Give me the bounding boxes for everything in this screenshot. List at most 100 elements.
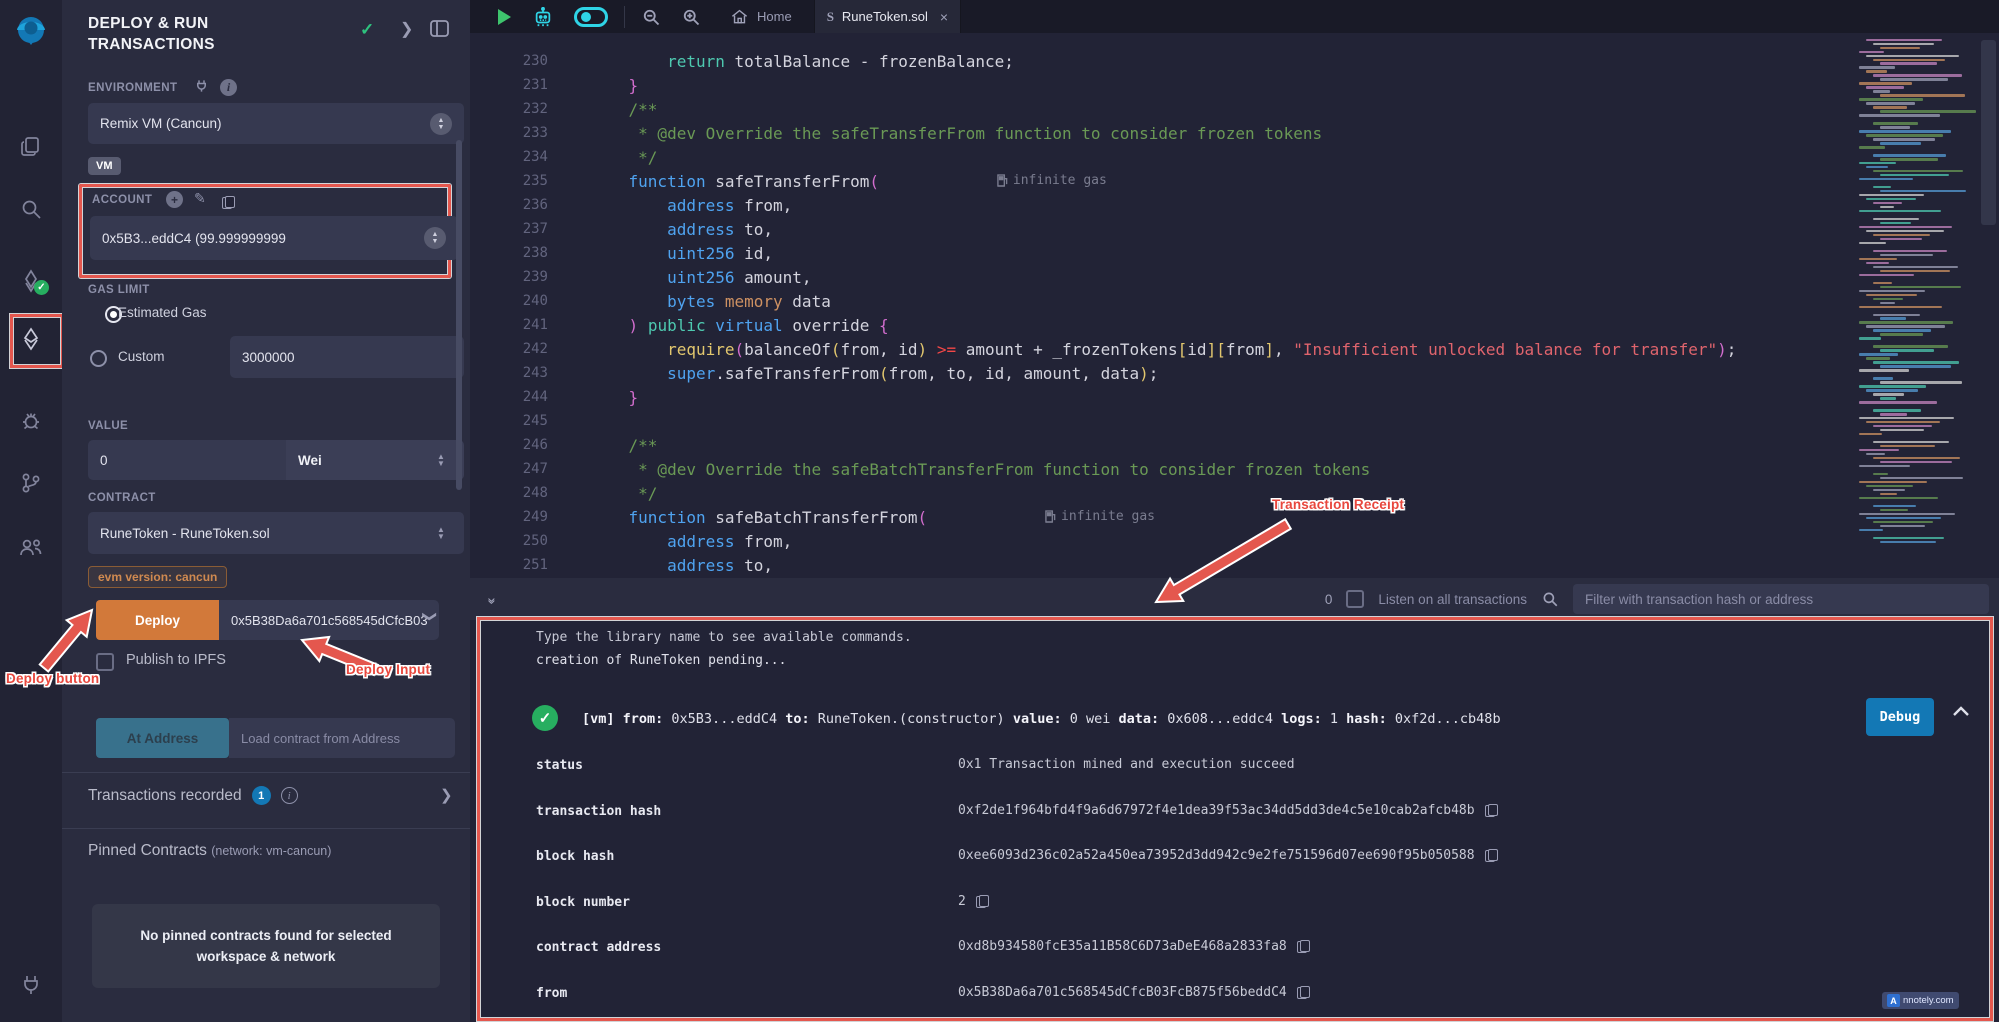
transactions-recorded-row[interactable]: Transactions recorded 1 i — [88, 786, 298, 805]
minimap-line — [1873, 138, 1935, 140]
close-tab-icon[interactable]: × — [940, 9, 948, 25]
line-number: 251 — [488, 557, 548, 573]
transaction-summary[interactable]: [vm] from: 0x5B3...eddC4 to: RuneToken.(… — [582, 711, 1942, 727]
line-number: 231 — [488, 77, 548, 93]
custom-gas-input[interactable]: 3000000 — [230, 336, 464, 378]
transactions-expand-icon[interactable]: ❯ — [440, 786, 453, 804]
pinned-contracts-label: Pinned Contracts (network: vm-cancun) — [88, 842, 331, 860]
minimap-line — [1859, 146, 1885, 148]
code-line: * @dev Override the safeBatchTransferFro… — [590, 458, 1370, 482]
code-line: /** — [590, 98, 657, 122]
line-number: 246 — [488, 437, 548, 453]
add-account-icon[interactable]: + — [166, 191, 183, 208]
run-script-button[interactable] — [486, 0, 522, 33]
minimap-line — [1859, 529, 1883, 531]
account-select[interactable]: 0x5B3...eddC4 (99.999999999 ▲▼ — [90, 216, 458, 260]
collapse-terminal-icon[interactable]: ›› — [484, 597, 501, 601]
code-line: address to, — [590, 218, 773, 242]
minimap-line — [1880, 238, 1922, 240]
copy-icon[interactable] — [976, 895, 987, 908]
minimap-line — [1859, 533, 1977, 535]
minimap-line — [1880, 222, 1911, 224]
minimap-line — [1873, 202, 1902, 204]
minimap-line — [1866, 55, 1959, 57]
receipt-row-label: block number — [536, 895, 916, 910]
copy-icon[interactable] — [1485, 804, 1496, 817]
copy-icon[interactable] — [1485, 849, 1496, 862]
plug-icon[interactable] — [194, 78, 209, 99]
publish-ipfs-checkbox[interactable] — [96, 653, 114, 671]
at-address-input[interactable]: Load contract from Address — [229, 718, 455, 758]
zoom-in-icon[interactable] — [671, 0, 711, 33]
minimap-line — [1880, 525, 1925, 527]
custom-gas-radio[interactable] — [90, 350, 107, 367]
deploy-run-icon[interactable] — [0, 316, 62, 362]
custom-gas-label: Custom — [118, 349, 165, 364]
minimap[interactable] — [1853, 33, 1977, 578]
ai-assistant-icon[interactable] — [522, 0, 564, 33]
panel-scrollbar[interactable] — [456, 140, 462, 490]
edit-account-icon[interactable]: ✎ — [194, 190, 206, 207]
contract-select[interactable]: RuneToken - RuneToken.sol ▲▼ — [88, 512, 464, 554]
divider — [62, 772, 470, 773]
minimap-line — [1859, 437, 1977, 439]
receipt-row-value: 0x1 Transaction mined and execution succ… — [958, 757, 1295, 772]
minimap-line — [1880, 317, 1906, 319]
search-icon[interactable] — [0, 186, 62, 232]
minimap-line — [1859, 130, 1951, 132]
minimap-line — [1880, 94, 1965, 96]
receipt-row-value: 0x5B38Da6a701c568545dCfcB03FcB875f56bedd… — [958, 985, 1308, 1000]
receipt-row-label: block hash — [536, 849, 916, 864]
file-explorer-icon[interactable] — [0, 124, 62, 170]
minimap-line — [1880, 110, 1976, 112]
deploy-input[interactable]: 0x5B38Da6a701c568545dCfcB03FcB875f56bedd… — [219, 600, 439, 640]
panel-forward-icon[interactable]: ❯ — [400, 19, 413, 39]
minimap-line — [1880, 47, 1920, 49]
environment-select[interactable]: Remix VM (Cancun) ▲▼ — [88, 103, 464, 144]
debugger-icon[interactable] — [0, 398, 62, 444]
code-line: } — [590, 74, 638, 98]
minimap-line — [1873, 234, 1930, 236]
code-line: uint256 amount, — [590, 266, 812, 290]
remix-logo-icon[interactable] — [0, 8, 62, 54]
code-line: bytes memory data — [590, 290, 831, 314]
minimap-line — [1866, 230, 1944, 232]
settings-plug-icon[interactable] — [0, 962, 62, 1008]
zoom-out-icon[interactable] — [631, 0, 671, 33]
minimap-line — [1880, 397, 1896, 399]
deploy-button[interactable]: Deploy — [96, 600, 219, 640]
debug-button[interactable]: Debug — [1866, 698, 1934, 736]
value-unit-select[interactable]: Wei ▲▼ — [286, 440, 464, 480]
value-input[interactable]: 0 — [88, 440, 308, 480]
line-number: 235 — [488, 173, 548, 189]
at-address-button[interactable]: At Address — [96, 718, 229, 758]
line-number: 237 — [488, 221, 548, 237]
solidity-compiler-icon[interactable]: ✓ — [0, 258, 62, 304]
copy-account-icon[interactable] — [222, 196, 233, 209]
git-branch-icon[interactable] — [0, 460, 62, 506]
environment-info-icon[interactable]: i — [220, 79, 237, 96]
terminal-search-icon[interactable] — [1541, 590, 1559, 608]
transactions-info-icon[interactable]: i — [281, 787, 298, 804]
deploy-expand-chevron-icon[interactable]: ❯ — [421, 611, 438, 623]
line-number: 247 — [488, 461, 548, 477]
contract-label: CONTRACT — [88, 492, 156, 504]
terminal-line: creation of RuneToken pending... — [536, 653, 786, 668]
plugin-manager-icon[interactable] — [0, 524, 62, 570]
panel-layout-icon[interactable] — [430, 20, 449, 42]
minimap-line — [1859, 182, 1977, 184]
terminal[interactable]: Type the library name to see available c… — [470, 620, 1999, 1022]
pinned-network-label: (network: vm-cancun) — [211, 844, 331, 858]
copy-icon[interactable] — [1297, 986, 1308, 999]
copilot-toggle[interactable] — [564, 0, 618, 33]
minimap-line — [1859, 513, 1955, 515]
tab-runetoken-sol[interactable]: S RuneToken.sol × — [814, 0, 961, 33]
terminal-filter-input[interactable]: Filter with transaction hash or address — [1573, 584, 1989, 614]
tab-home[interactable]: Home — [719, 0, 804, 33]
minimap-line — [1880, 509, 1908, 511]
collapse-receipt-icon[interactable] — [1952, 704, 1970, 722]
terminal-line: Type the library name to see available c… — [536, 630, 912, 645]
listen-all-checkbox[interactable] — [1346, 590, 1364, 608]
copy-icon[interactable] — [1297, 940, 1308, 953]
editor-scrollbar[interactable] — [1981, 40, 1996, 225]
